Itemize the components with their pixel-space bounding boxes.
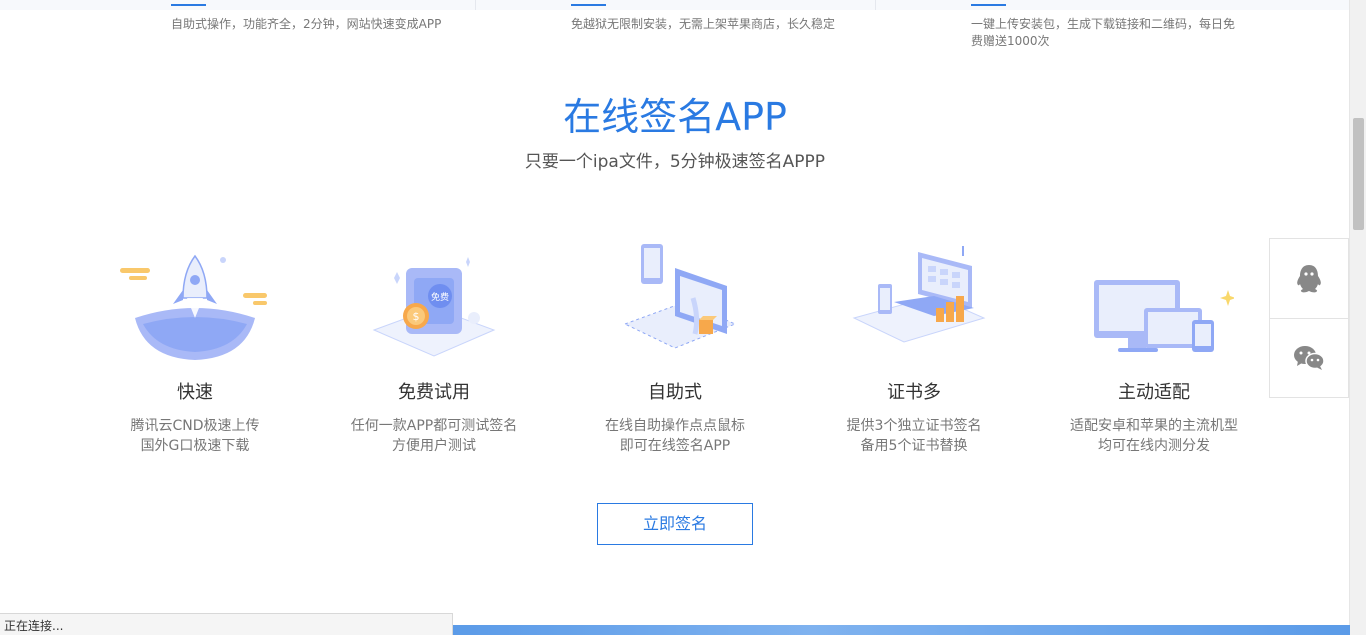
scrollbar-thumb[interactable] bbox=[1353, 118, 1364, 230]
feature-name: 自助式 bbox=[648, 382, 702, 403]
feature-desc-line: 国外G口极速下载 bbox=[140, 438, 250, 454]
feature-desc-line: 腾讯云CND极速上传 bbox=[130, 418, 260, 434]
feature-desc-line: 适配安卓和苹果的主流机型 bbox=[1070, 418, 1238, 434]
feature-name: 快速 bbox=[177, 382, 213, 403]
free-badge-text: 免费 bbox=[431, 291, 449, 303]
feature-card-free-trial: 免费 $ 免费试用 任何一款APP都可测试签名 方便用户测试 bbox=[324, 238, 544, 456]
floating-contact-panel bbox=[1269, 238, 1349, 398]
column-divider bbox=[475, 0, 476, 10]
accent-line bbox=[171, 4, 206, 6]
feature-description: 任何一款APP都可测试签名 方便用户测试 bbox=[324, 416, 544, 456]
feature-desc-line: 任何一款APP都可测试签名 bbox=[350, 418, 518, 434]
top-feature-strip: 自助式操作，功能齐全，2分钟，网站快速变成APP 免越狱无限制安装，无需上架苹果… bbox=[0, 0, 1350, 60]
feature-desc-line: 均可在线内测分发 bbox=[1098, 438, 1210, 454]
feature-name: 主动适配 bbox=[1118, 382, 1190, 403]
section-subtitle: 只要一个ipa文件，5分钟极速签名APPP bbox=[524, 152, 826, 172]
feature-name: 免费试用 bbox=[398, 382, 470, 403]
device-adapt-illustration bbox=[1094, 280, 1234, 352]
certificates-illustration bbox=[852, 246, 986, 343]
rocket-illustration bbox=[120, 254, 267, 360]
top-feature-text: 一键上传安装包，生成下载链接和二维码，每日免费赠送1000次 bbox=[971, 17, 1236, 48]
free-trial-illustration: 免费 $ bbox=[372, 257, 496, 357]
accent-line bbox=[971, 4, 1006, 6]
feature-desc-line: 提供3个独立证书签名 bbox=[846, 418, 982, 434]
sign-now-button[interactable]: 立即签名 bbox=[597, 503, 753, 545]
top-feature-text: 免越狱无限制安装，无需上架苹果商店，长久稳定 bbox=[571, 17, 836, 31]
feature-card-fast: 快速 腾讯云CND极速上传 国外G口极速下载 bbox=[85, 238, 305, 456]
browser-status-bar: 正在连接... bbox=[0, 613, 453, 635]
qq-icon bbox=[1297, 264, 1321, 292]
feature-description: 提供3个独立证书签名 备用5个证书替换 bbox=[804, 416, 1024, 456]
wechat-icon bbox=[1294, 346, 1325, 370]
self-service-illustration bbox=[623, 244, 737, 349]
feature-desc-line: 在线自助操作点点鼠标 bbox=[605, 418, 745, 434]
accent-line bbox=[571, 4, 606, 6]
top-feature-1: 自助式操作，功能齐全，2分钟，网站快速变成APP bbox=[171, 0, 461, 60]
feature-card-adaptive: 主动适配 适配安卓和苹果的主流机型 均可在线内测分发 bbox=[1044, 238, 1264, 456]
qq-contact-button[interactable] bbox=[1270, 239, 1348, 318]
section-title: 在线签名APP bbox=[563, 95, 787, 139]
feature-description: 适配安卓和苹果的主流机型 均可在线内测分发 bbox=[1044, 416, 1264, 456]
feature-card-self-service: 自助式 在线自助操作点点鼠标 即可在线签名APP bbox=[565, 238, 785, 456]
feature-desc-line: 备用5个证书替换 bbox=[860, 438, 968, 454]
top-feature-text: 自助式操作，功能齐全，2分钟，网站快速变成APP bbox=[171, 17, 442, 31]
feature-description: 腾讯云CND极速上传 国外G口极速下载 bbox=[85, 416, 305, 456]
feature-card-certificates: 证书多 提供3个独立证书签名 备用5个证书替换 bbox=[804, 238, 1024, 456]
top-feature-2: 免越狱无限制安装，无需上架苹果商店，长久稳定 bbox=[571, 0, 861, 60]
feature-desc-line: 即可在线签名APP bbox=[619, 438, 731, 454]
next-section-band bbox=[453, 625, 1350, 635]
feature-description: 在线自助操作点点鼠标 即可在线签名APP bbox=[565, 416, 785, 456]
feature-desc-line: 方便用户测试 bbox=[392, 438, 476, 454]
vertical-scrollbar[interactable] bbox=[1349, 0, 1366, 635]
feature-name: 证书多 bbox=[887, 382, 941, 403]
top-feature-3: 一键上传安装包，生成下载链接和二维码，每日免费赠送1000次 bbox=[971, 0, 1241, 60]
wechat-contact-button[interactable] bbox=[1270, 318, 1348, 397]
svg-text:$: $ bbox=[413, 310, 420, 323]
column-divider bbox=[875, 0, 876, 10]
